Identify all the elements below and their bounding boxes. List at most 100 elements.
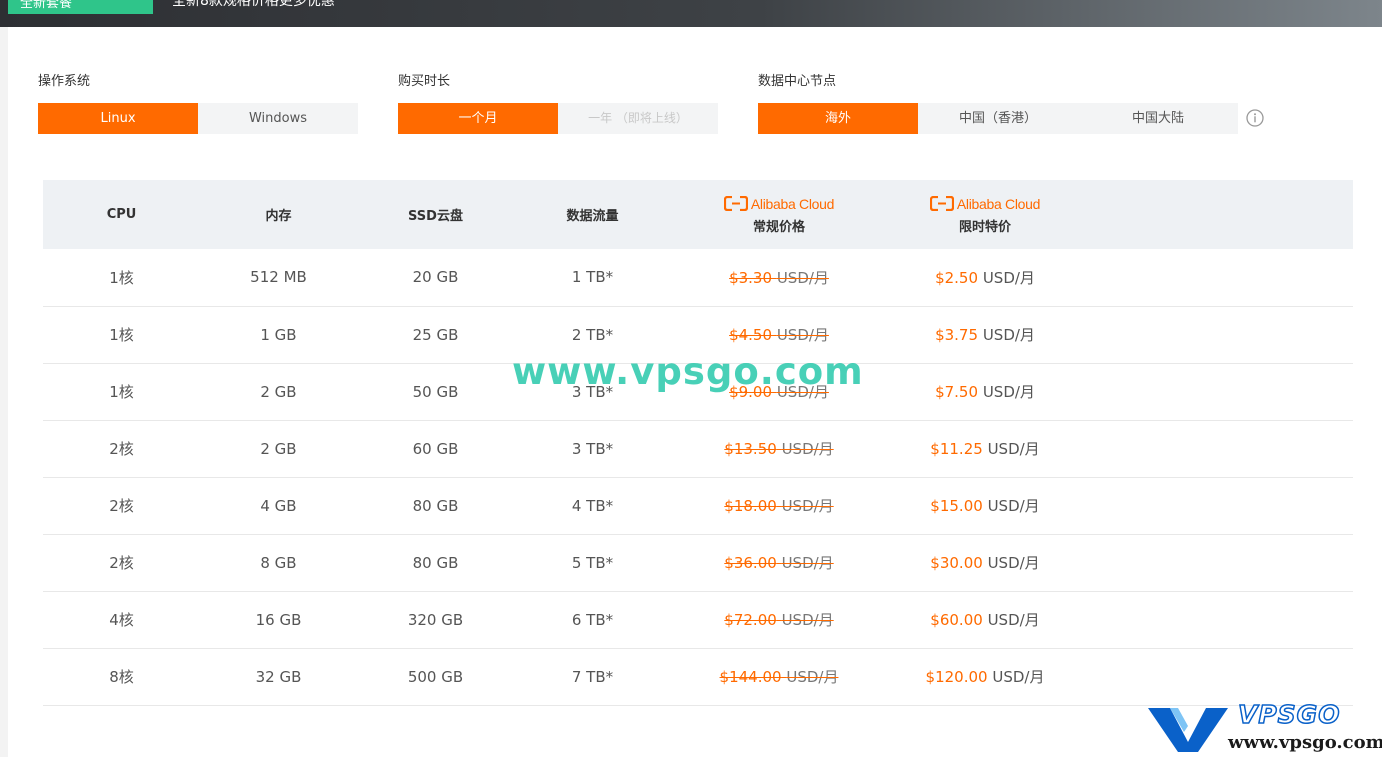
special-price-value: $60.00 xyxy=(930,611,983,629)
cell-ssd: 50 GB xyxy=(412,382,459,401)
region-option-overseas[interactable]: 海外 xyxy=(758,103,918,134)
cell-special-price: $3.75 USD/月 xyxy=(887,306,1083,363)
table-row: 1核 2 GB 50 GB 3 TB* $9.00 USD/月 $7.50 USD/月 xyxy=(43,363,1353,420)
cell-empty xyxy=(1083,648,1353,705)
cell-ssd: 80 GB xyxy=(412,553,459,572)
region-selector: 数据中心节点 海外 中国（香港） 中国大陆 xyxy=(758,74,1264,134)
price-unit: USD/月 xyxy=(781,440,834,458)
regular-price-value: $72.00 xyxy=(724,611,777,629)
cell-traffic: 5 TB* xyxy=(571,553,614,572)
cell-special-price: $60.00 USD/月 xyxy=(887,591,1083,648)
alibaba-cloud-logo: Alibaba Cloud xyxy=(887,195,1083,213)
cell-ssd: 20 GB xyxy=(412,268,459,287)
cell-cpu: 1核 xyxy=(109,268,134,287)
cell-regular-price: $36.00 USD/月 xyxy=(671,534,887,591)
cell-regular-price: $3.30 USD/月 xyxy=(671,249,887,306)
price-unit: USD/月 xyxy=(982,268,1035,287)
cell-ssd: 80 GB xyxy=(412,496,459,515)
cell-ssd: 25 GB xyxy=(412,325,459,344)
os-option-linux[interactable]: Linux xyxy=(38,103,198,134)
cell-memory: 1 GB xyxy=(260,325,297,344)
cell-cpu: 8核 xyxy=(109,668,134,686)
cell-memory: 16 GB xyxy=(255,610,302,629)
cell-empty xyxy=(1083,420,1353,477)
cell-cpu: 2核 xyxy=(109,554,134,572)
cell-regular-price: $144.00 USD/月 xyxy=(671,648,887,705)
cell-empty xyxy=(1083,591,1353,648)
table-row: 2核 2 GB 60 GB 3 TB* $13.50 USD/月 $11.25 USD/月 xyxy=(43,420,1353,477)
brand-name: Alibaba Cloud xyxy=(750,195,835,212)
cell-traffic: 6 TB* xyxy=(571,610,614,629)
special-price-value: $11.25 xyxy=(930,440,983,458)
alibaba-cloud-logo-icon xyxy=(929,196,954,211)
cell-empty xyxy=(1083,363,1353,420)
regular-price-value: $18.00 xyxy=(724,497,777,515)
cell-traffic: 7 TB* xyxy=(571,667,614,686)
region-option-hongkong[interactable]: 中国（香港） xyxy=(918,103,1078,134)
cell-regular-price: $72.00 USD/月 xyxy=(671,591,887,648)
table-row: 4核 16 GB 320 GB 6 TB* $72.00 USD/月 $60.00 USD… xyxy=(43,591,1353,648)
cell-regular-price: $18.00 USD/月 xyxy=(671,477,887,534)
header-cpu: CPU xyxy=(106,207,137,222)
info-circle-icon[interactable] xyxy=(1246,109,1264,127)
table-row: 1核 512 MB 20 GB 1 TB* $3.30 USD/月 $2.50 USD/月 xyxy=(43,249,1353,306)
region-option-mainland[interactable]: 中国大陆 xyxy=(1078,103,1238,134)
cell-special-price: $120.00 USD/月 xyxy=(887,648,1083,705)
cell-traffic: 1 TB* xyxy=(571,268,614,287)
header-memory: 内存 xyxy=(265,209,292,224)
header-traffic: 数据流量 xyxy=(566,209,619,224)
cell-regular-price: $4.50 USD/月 xyxy=(671,306,887,363)
cell-traffic: 3 TB* xyxy=(571,382,614,401)
cell-memory: 2 GB xyxy=(260,439,297,458)
promo-text: 全新8款规格价格更多优惠 xyxy=(172,0,335,9)
duration-label: 购买时长 xyxy=(398,74,451,89)
cell-cpu: 1核 xyxy=(109,326,134,344)
regular-price-value: $13.50 xyxy=(724,440,777,458)
cell-empty xyxy=(1083,477,1353,534)
cell-cpu: 2核 xyxy=(109,440,134,458)
cell-traffic: 4 TB* xyxy=(571,496,614,515)
cell-memory: 32 GB xyxy=(255,667,302,686)
special-price-value: $3.75 xyxy=(935,326,979,344)
table-row: 2核 4 GB 80 GB 4 TB* $18.00 USD/月 $15.00 USD/月 xyxy=(43,477,1353,534)
vpsgo-brand: VPSGO xyxy=(1237,699,1341,730)
price-unit: USD/月 xyxy=(987,440,1040,458)
table-header-row: CPU 内存 SSD云盘 数据流量 Alibaba Cloud 常规价格 Ali… xyxy=(43,180,1353,249)
regular-price-value: $3.30 xyxy=(729,268,773,287)
special-price-label: 限时特价 xyxy=(958,219,1011,235)
price-unit: USD/月 xyxy=(776,326,829,344)
table-row: 2核 8 GB 80 GB 5 TB* $36.00 USD/月 $30.00 USD/月 xyxy=(43,534,1353,591)
cell-memory: 4 GB xyxy=(260,496,297,515)
os-selector: 操作系统 Linux Windows xyxy=(38,74,358,134)
price-unit: USD/月 xyxy=(781,497,834,515)
price-unit: USD/月 xyxy=(982,383,1035,401)
corner-watermark-logo: VPSGO www.vpsgo.com xyxy=(1148,699,1382,754)
price-unit: USD/月 xyxy=(992,668,1045,686)
special-price-value: $30.00 xyxy=(930,554,983,572)
regular-price-value: $144.00 xyxy=(719,668,782,686)
vpsgo-url: www.vpsgo.com xyxy=(1228,732,1382,753)
cell-cpu: 2核 xyxy=(109,497,134,515)
cell-memory: 8 GB xyxy=(260,553,297,572)
duration-option-month[interactable]: 一个月 xyxy=(398,103,558,134)
regular-price-value: $4.50 xyxy=(729,326,773,344)
price-unit: USD/月 xyxy=(786,668,839,686)
cell-special-price: $11.25 USD/月 xyxy=(887,420,1083,477)
cell-special-price: $7.50 USD/月 xyxy=(887,363,1083,420)
cell-memory: 512 MB xyxy=(250,268,307,287)
cell-ssd: 320 GB xyxy=(407,610,464,629)
pricing-table: CPU 内存 SSD云盘 数据流量 Alibaba Cloud 常规价格 Ali… xyxy=(43,180,1353,706)
cell-empty xyxy=(1083,306,1353,363)
duration-option-year: 一年 （即将上线） xyxy=(558,103,718,134)
special-price-value: $15.00 xyxy=(930,497,983,515)
cell-empty xyxy=(1083,534,1353,591)
cell-empty xyxy=(1083,249,1353,306)
region-label: 数据中心节点 xyxy=(758,74,837,89)
cell-ssd: 500 GB xyxy=(407,667,464,686)
cell-special-price: $30.00 USD/月 xyxy=(887,534,1083,591)
table-row: 8核 32 GB 500 GB 7 TB* $144.00 USD/月 $120.00 U… xyxy=(43,648,1353,705)
os-option-windows[interactable]: Windows xyxy=(198,103,358,134)
cell-cpu: 1核 xyxy=(109,383,134,401)
cell-ssd: 60 GB xyxy=(412,439,459,458)
price-unit: USD/月 xyxy=(781,611,834,629)
